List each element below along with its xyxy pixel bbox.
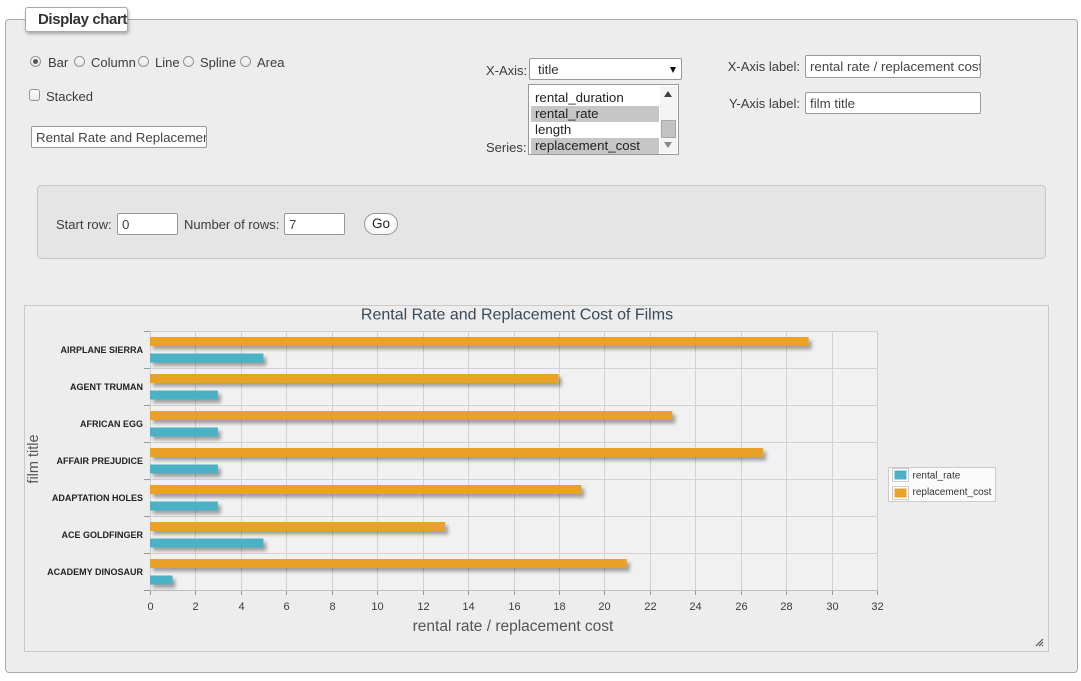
svg-text:8: 8 (329, 601, 335, 613)
svg-text:10: 10 (371, 601, 383, 613)
svg-text:20: 20 (598, 601, 610, 613)
svg-text:12: 12 (417, 601, 429, 613)
svg-text:24: 24 (689, 601, 701, 613)
svg-text:AFRICAN EGG: AFRICAN EGG (80, 419, 143, 429)
svg-text:4: 4 (238, 601, 244, 613)
svg-text:ACADEMY DINOSAUR: ACADEMY DINOSAUR (47, 567, 143, 577)
svg-text:AFFAIR PREJUDICE: AFFAIR PREJUDICE (56, 456, 143, 466)
svg-text:replacement_cost: replacement_cost (913, 487, 992, 498)
svg-text:16: 16 (508, 601, 520, 613)
svg-text:28: 28 (780, 601, 792, 613)
svg-text:32: 32 (871, 601, 883, 613)
svg-text:AIRPLANE SIERRA: AIRPLANE SIERRA (60, 345, 143, 355)
svg-text:14: 14 (462, 601, 474, 613)
svg-text:ADAPTATION HOLES: ADAPTATION HOLES (52, 493, 143, 503)
svg-text:22: 22 (644, 601, 656, 613)
svg-text:AGENT TRUMAN: AGENT TRUMAN (70, 382, 143, 392)
svg-text:rental rate / replacement cost: rental rate / replacement cost (413, 618, 614, 635)
svg-text:rental_rate: rental_rate (913, 471, 961, 482)
svg-text:Rental Rate and Replacement Co: Rental Rate and Replacement Cost of Film… (361, 307, 673, 324)
svg-text:6: 6 (283, 601, 289, 613)
svg-text:18: 18 (553, 601, 565, 613)
svg-text:26: 26 (735, 601, 747, 613)
svg-text:film title: film title (26, 434, 42, 483)
svg-text:0: 0 (147, 601, 153, 613)
svg-text:ACE GOLDFINGER: ACE GOLDFINGER (61, 530, 143, 540)
svg-text:30: 30 (826, 601, 838, 613)
svg-text:2: 2 (192, 601, 198, 613)
